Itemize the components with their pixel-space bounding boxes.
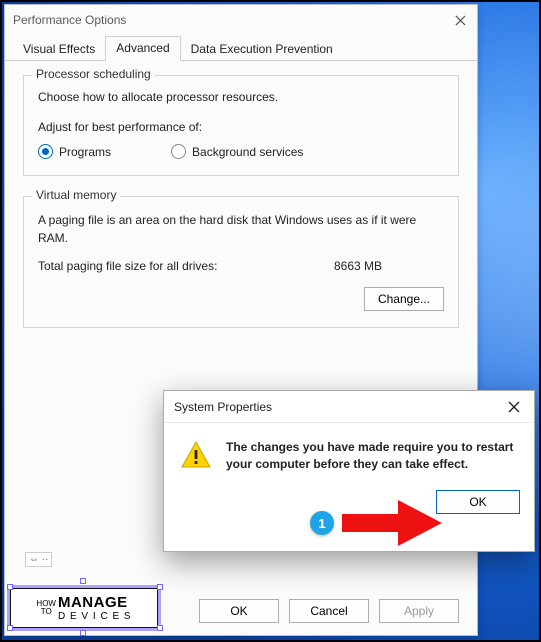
wm-how2: TO: [36, 608, 56, 616]
callout-badge: 1: [310, 511, 334, 535]
selection-handle-icon: [157, 625, 163, 631]
vm-total-value: 8663 MB: [334, 259, 444, 273]
group-legend: Processor scheduling: [32, 67, 155, 81]
apply-button[interactable]: Apply: [379, 599, 459, 623]
radio-programs[interactable]: Programs: [38, 144, 111, 159]
resize-handle-icon: ⇔ ··: [25, 552, 52, 567]
selection-handle-icon: [80, 578, 86, 584]
msg-titlebar[interactable]: System Properties: [164, 391, 534, 423]
group-legend: Virtual memory: [32, 188, 120, 202]
selection-handle-icon: [80, 630, 86, 636]
tab-advanced[interactable]: Advanced: [105, 36, 180, 61]
watermark-logo: HOW TO MANAGE D E V I C E S: [10, 588, 158, 628]
processor-sub: Adjust for best performance of:: [38, 120, 444, 134]
tab-dep[interactable]: Data Execution Prevention: [181, 38, 343, 61]
radio-dot-icon: [38, 144, 53, 159]
ok-button[interactable]: OK: [199, 599, 279, 623]
radio-dot-icon: [171, 144, 186, 159]
change-button[interactable]: Change...: [364, 287, 444, 311]
vm-desc: A paging file is an area on the hard dis…: [38, 211, 444, 247]
tab-visual-effects[interactable]: Visual Effects: [13, 38, 105, 61]
perf-titlebar[interactable]: Performance Options: [5, 5, 477, 35]
close-icon[interactable]: [504, 397, 524, 417]
wm-sub: D E V I C E S: [58, 611, 132, 622]
radio-label: Background services: [192, 145, 303, 159]
warning-icon: [180, 439, 212, 471]
perf-title: Performance Options: [13, 13, 126, 27]
selection-handle-icon: [7, 625, 13, 631]
radio-background-services[interactable]: Background services: [171, 144, 303, 159]
perf-tabs: Visual Effects Advanced Data Execution P…: [5, 35, 477, 61]
msg-text: The changes you have made require you to…: [226, 439, 518, 474]
vm-total-label: Total paging file size for all drives:: [38, 259, 334, 273]
selection-handle-icon: [7, 584, 13, 590]
processor-desc: Choose how to allocate processor resourc…: [38, 90, 444, 104]
wm-main: MANAGE: [58, 594, 132, 611]
callout-number: 1: [318, 516, 325, 531]
processor-scheduling-group: Processor scheduling Choose how to alloc…: [23, 75, 459, 176]
radio-label: Programs: [59, 145, 111, 159]
msg-title: System Properties: [174, 400, 272, 414]
cancel-button[interactable]: Cancel: [289, 599, 369, 623]
virtual-memory-group: Virtual memory A paging file is an area …: [23, 196, 459, 328]
ok-button[interactable]: OK: [436, 490, 520, 514]
selection-handle-icon: [157, 584, 163, 590]
close-icon[interactable]: [451, 11, 469, 29]
arrow-icon: [338, 492, 448, 552]
